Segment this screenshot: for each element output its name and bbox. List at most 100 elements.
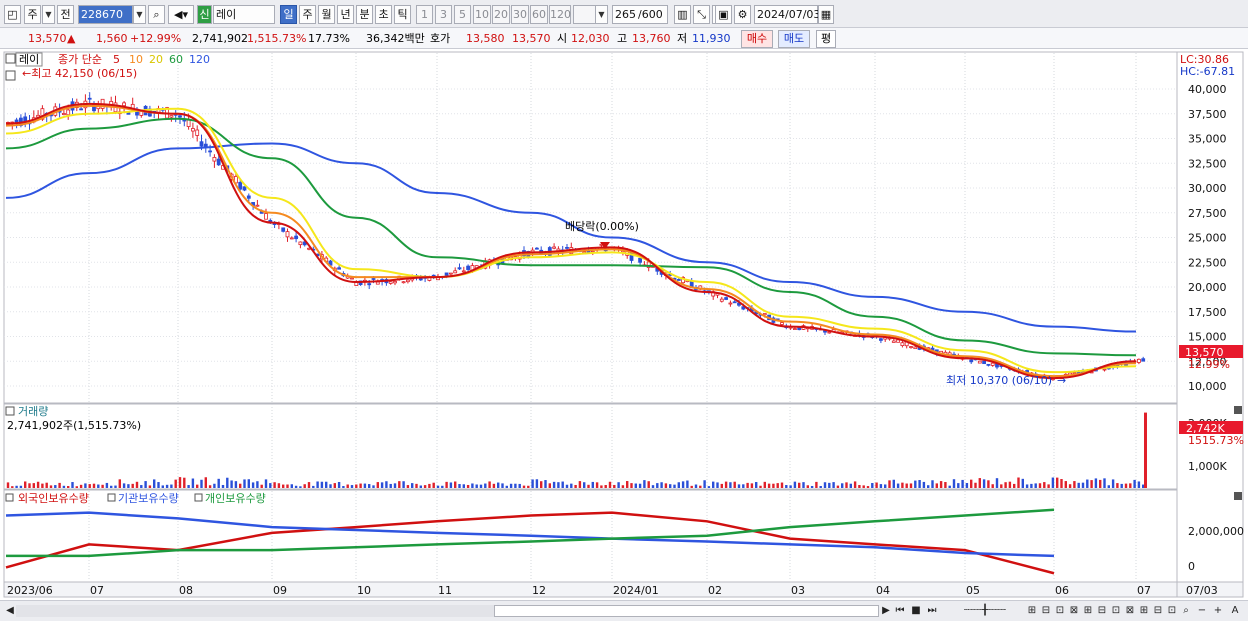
evaluate-button[interactable]: 평: [816, 30, 836, 48]
volume-bar: [677, 482, 680, 488]
volume-panel-icon[interactable]: [5, 406, 15, 416]
volume-bar: [415, 483, 418, 488]
volume-bar: [1047, 484, 1050, 488]
zoom-d-icon[interactable]: ⊞: [1082, 604, 1094, 618]
volume-bar: [208, 485, 212, 488]
volume-bar: [67, 486, 70, 488]
legend-institution: 기관보유수량: [118, 492, 179, 505]
candle-icon[interactable]: ▥: [674, 5, 691, 24]
zoom-a-icon[interactable]: ⊟: [1040, 604, 1052, 618]
fast-forward-icon[interactable]: ⏭: [925, 604, 939, 618]
scroll-right-icon[interactable]: ▶: [880, 604, 892, 618]
zoom-slider[interactable]: ┄┄┄╂┄┄┄: [950, 604, 1020, 618]
volume-panel[interactable]: [3, 403, 1178, 490]
stock-code-input[interactable]: 228670: [78, 5, 133, 24]
font-size-icon[interactable]: A: [1228, 604, 1242, 618]
panel-menu-icon[interactable]: [5, 53, 16, 64]
interval-3[interactable]: 3: [435, 5, 452, 24]
interval-1[interactable]: 1: [416, 5, 433, 24]
holdings-close-icon[interactable]: [1234, 492, 1242, 500]
zoom-h-icon[interactable]: ⊞: [1138, 604, 1150, 618]
holdings-panel-icon[interactable]: [5, 493, 14, 502]
interval-120[interactable]: 120: [549, 5, 571, 24]
count-input[interactable]: 265: [612, 5, 638, 24]
sell-button[interactable]: 매도: [778, 30, 810, 48]
market-dropdown-icon[interactable]: ▼: [42, 5, 55, 24]
volume-bar: [153, 479, 156, 488]
candle-body: [879, 338, 883, 341]
period-day[interactable]: 일: [280, 5, 297, 24]
stock-name-field[interactable]: 레이: [213, 5, 275, 24]
interval-20[interactable]: 20: [492, 5, 510, 24]
volume-bar: [570, 483, 573, 488]
zoom-g-icon[interactable]: ⊠: [1124, 604, 1136, 618]
period-month[interactable]: 월: [318, 5, 335, 24]
period-year[interactable]: 년: [337, 5, 354, 24]
chart-area[interactable]: 40,000 37,500 35,000 32,500 30,000 27,500 25,0…: [0, 49, 1248, 600]
speaker-icon[interactable]: ◀▾: [168, 5, 194, 24]
candle-body: [909, 346, 913, 348]
interval-30[interactable]: 30: [511, 5, 529, 24]
volume-bar: [699, 485, 702, 488]
volume-bar: [178, 477, 182, 488]
line-tool-icon[interactable]: ⤡: [693, 5, 710, 24]
layout-icon[interactable]: ◰: [4, 5, 21, 24]
interval-5[interactable]: 5: [454, 5, 471, 24]
magnifier-icon[interactable]: ⌕: [1180, 604, 1192, 618]
candle-body: [793, 328, 797, 330]
candle-body: [724, 297, 728, 300]
ma-20-label: 20: [149, 53, 163, 66]
volume-close-icon[interactable]: [1234, 406, 1242, 414]
scroll-left-icon[interactable]: ◀: [4, 604, 16, 618]
interval-60[interactable]: 60: [530, 5, 548, 24]
buy-button[interactable]: 매수: [741, 30, 773, 48]
save-icon[interactable]: ▣: [715, 5, 732, 24]
interval-10[interactable]: 10: [473, 5, 491, 24]
zoom-box-icon[interactable]: ⊞: [1026, 604, 1038, 618]
stop-icon[interactable]: ■: [909, 604, 923, 618]
trade-amount: 36,342백만: [366, 32, 425, 45]
volume-bar: [84, 483, 87, 488]
zoom-c-icon[interactable]: ⊠: [1068, 604, 1080, 618]
period-tick[interactable]: 틱: [394, 5, 411, 24]
panel-toggle-icon[interactable]: [5, 70, 16, 81]
volume-bar: [531, 479, 534, 488]
date-input[interactable]: 2024/07/03: [754, 5, 820, 24]
volume-bar: [664, 483, 668, 488]
volume-bar: [759, 485, 762, 488]
prev-tab[interactable]: 전: [57, 5, 74, 24]
volume-bar: [780, 482, 784, 488]
zoom-out-icon[interactable]: −: [1196, 604, 1208, 618]
search-icon[interactable]: ⌕: [148, 5, 165, 24]
period-week[interactable]: 주: [299, 5, 316, 24]
code-dropdown-icon[interactable]: ▼: [133, 5, 146, 24]
zoom-j-icon[interactable]: ⊡: [1166, 604, 1178, 618]
volume-bar: [617, 482, 620, 488]
scrollbar-thumb[interactable]: [494, 605, 879, 617]
volume-bar: [522, 485, 526, 488]
zoom-e-icon[interactable]: ⊟: [1096, 604, 1108, 618]
volume-bar: [1060, 479, 1063, 488]
price-tick-label: 37,500: [1188, 108, 1227, 121]
zoom-f-icon[interactable]: ⊡: [1110, 604, 1122, 618]
candle-body: [298, 241, 303, 246]
candle-body: [900, 342, 905, 346]
period-minute[interactable]: 분: [356, 5, 373, 24]
volume-bar: [260, 484, 263, 488]
scrollbar-track[interactable]: [16, 605, 494, 617]
period-second[interactable]: 초: [375, 5, 392, 24]
calendar-icon[interactable]: ▦: [818, 5, 834, 24]
zoom-in-icon[interactable]: +: [1212, 604, 1224, 618]
holdings-panel[interactable]: [3, 489, 1178, 583]
volume-bar: [1099, 479, 1102, 488]
zoom-b-icon[interactable]: ⊡: [1054, 604, 1066, 618]
gear-icon[interactable]: ⚙: [734, 5, 751, 24]
volume-bar: [982, 479, 986, 488]
volume-bar: [1086, 479, 1089, 488]
market-tab[interactable]: 주: [24, 5, 41, 24]
candle-body: [337, 267, 342, 270]
rewind-icon[interactable]: ⏮: [893, 604, 907, 618]
candle-body: [418, 277, 423, 281]
interval-dropdown-icon[interactable]: ▼: [595, 5, 608, 24]
zoom-i-icon[interactable]: ⊟: [1152, 604, 1164, 618]
